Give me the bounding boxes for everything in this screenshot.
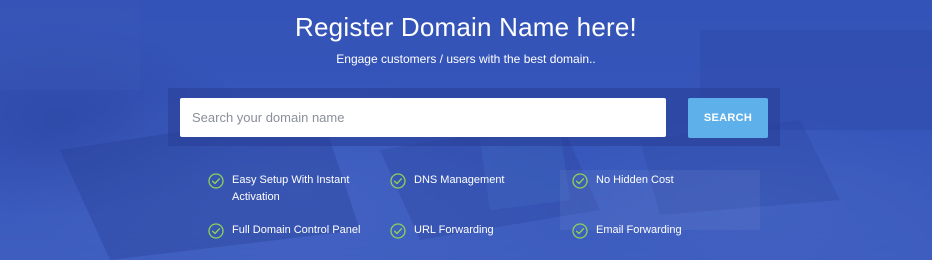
feature-item: DNS Management	[390, 172, 505, 189]
feature-label: No Hidden Cost	[596, 174, 674, 186]
check-circle-icon	[390, 223, 406, 239]
check-circle-icon	[572, 223, 588, 239]
feature-item: Full Domain Control Panel	[208, 222, 360, 239]
feature-label: Easy Setup With Instant Activation	[232, 174, 350, 203]
hero-banner: Register Domain Name here! Engage custom…	[0, 0, 932, 260]
search-button[interactable]: SEARCH	[688, 98, 768, 138]
check-circle-icon	[390, 173, 406, 189]
domain-search-input[interactable]	[180, 98, 666, 137]
page-title: Register Domain Name here!	[295, 12, 637, 42]
check-circle-icon	[572, 173, 588, 189]
check-circle-icon	[208, 223, 224, 239]
feature-item: Email Forwarding	[572, 222, 682, 239]
feature-item: URL Forwarding	[390, 222, 494, 239]
feature-item: Easy Setup With Instant Activation	[208, 172, 362, 206]
feature-item: No Hidden Cost	[572, 172, 674, 189]
check-circle-icon	[208, 173, 224, 189]
feature-label: DNS Management	[414, 174, 505, 186]
feature-label: Full Domain Control Panel	[232, 224, 361, 236]
page-subtitle: Engage customers / users with the best d…	[336, 52, 596, 66]
feature-label: URL Forwarding	[414, 224, 494, 236]
feature-label: Email Forwarding	[596, 224, 682, 236]
